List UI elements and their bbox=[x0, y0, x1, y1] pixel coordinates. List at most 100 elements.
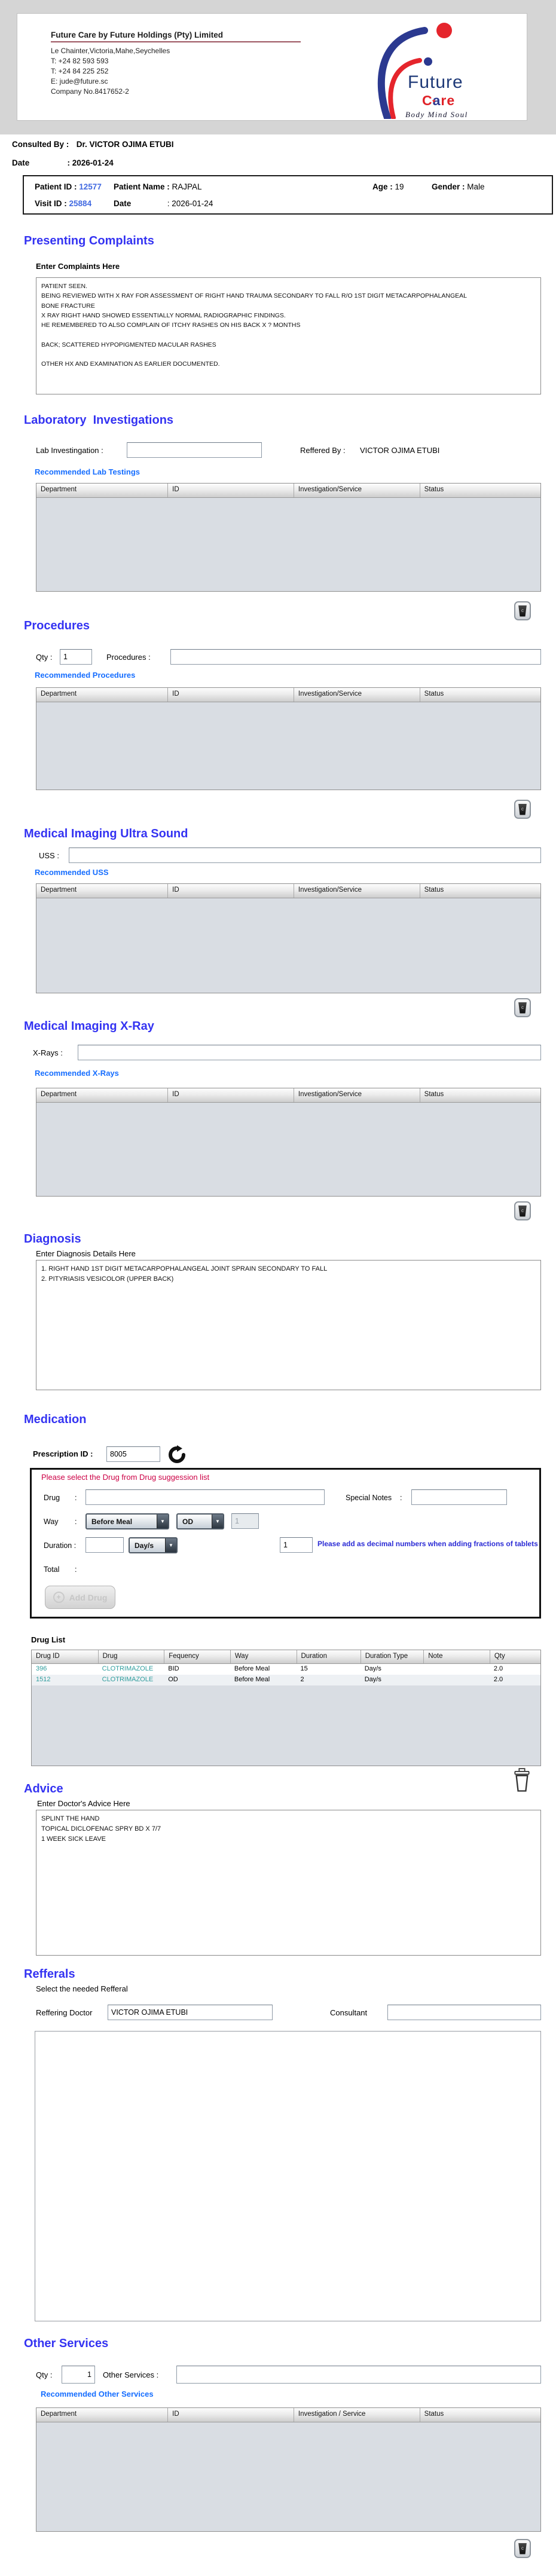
xray-input[interactable] bbox=[78, 1045, 541, 1060]
total-label: Total bbox=[44, 1565, 60, 1574]
procedures-qty-input[interactable] bbox=[60, 649, 92, 665]
drug-duration: 2 bbox=[300, 1676, 304, 1683]
clear-advice-button[interactable] bbox=[512, 1768, 532, 1793]
consulted-by-label: Consulted By : bbox=[12, 140, 69, 149]
company-underline bbox=[51, 41, 301, 42]
clear-procedures-table-button[interactable]: c bbox=[514, 800, 531, 819]
clear-xray-table-button[interactable]: c bbox=[514, 1201, 531, 1220]
other-qty-input[interactable] bbox=[62, 2366, 95, 2384]
lab-investigation-input[interactable] bbox=[127, 442, 262, 458]
duration-unit-select[interactable]: Day/s ▼ bbox=[129, 1537, 178, 1553]
age-value: 19 bbox=[395, 182, 404, 191]
uss-input-label: USS : bbox=[39, 851, 59, 860]
chevron-down-icon: ▼ bbox=[157, 1515, 168, 1528]
column-header: Department bbox=[41, 886, 77, 894]
column-header: Investigation/Service bbox=[293, 1088, 420, 1102]
tablet-qty-input[interactable] bbox=[280, 1537, 313, 1553]
column-header: Fequency bbox=[164, 1650, 230, 1663]
patient-id-label: Patient ID : bbox=[35, 182, 77, 191]
xray-table-header: Department ID Investigation/Service Stat… bbox=[36, 1088, 540, 1103]
procedures-table-body[interactable] bbox=[36, 702, 540, 790]
trash-icon: c bbox=[518, 605, 527, 617]
xray-table-body[interactable] bbox=[36, 1103, 540, 1196]
consultant-input[interactable] bbox=[387, 2005, 541, 2020]
colon: : bbox=[400, 1494, 402, 1502]
logo-word-care: Care bbox=[422, 93, 456, 108]
trash-icon: c bbox=[518, 803, 527, 815]
recommended-procedures-link[interactable]: Recommended Procedures bbox=[35, 671, 135, 680]
other-table-body[interactable] bbox=[36, 2422, 540, 2531]
patient-id-value: 12577 bbox=[79, 182, 102, 191]
uss-input[interactable] bbox=[69, 848, 541, 863]
section-title-medication: Medication bbox=[24, 1413, 87, 1426]
company-name: Future Care by Future Holdings (Pty) Lim… bbox=[51, 30, 224, 39]
age-label: Age : bbox=[372, 182, 393, 191]
clear-uss-table-button[interactable]: c bbox=[514, 998, 531, 1017]
drug-way: Before Meal bbox=[234, 1665, 270, 1672]
section-title-referrals: Refferals bbox=[24, 1968, 75, 1981]
patient-name-value: RAJPAL bbox=[172, 182, 202, 191]
recommended-xrays-link[interactable]: Recommended X-Rays bbox=[35, 1069, 119, 1078]
diagnosis-textarea[interactable]: 1. RIGHT HAND 1ST DIGIT METACARPOPHALANG… bbox=[36, 1260, 541, 1390]
drug-row[interactable]: 396 CLOTRIMAZOLE BID Before Meal 15 Day/… bbox=[32, 1664, 540, 1675]
xray-table: Department ID Investigation/Service Stat… bbox=[36, 1088, 541, 1197]
complaints-textarea[interactable]: PATIENT SEEN. BEING REVIEWED WITH X RAY … bbox=[36, 277, 541, 394]
column-header: Drug bbox=[97, 1650, 164, 1663]
lab-table-body[interactable] bbox=[36, 498, 540, 591]
other-input-label: Other Services : bbox=[103, 2370, 159, 2379]
column-header: ID bbox=[167, 484, 294, 497]
header-card: Future Care by Future Holdings (Pty) Lim… bbox=[17, 13, 527, 121]
column-header: Duration Type bbox=[360, 1650, 424, 1663]
clear-lab-table-button[interactable]: c bbox=[514, 601, 531, 620]
drug-note bbox=[423, 1675, 490, 1685]
drug-table-header: Drug ID Drug Fequency Way Duration Durat… bbox=[32, 1650, 540, 1664]
column-header: Department bbox=[41, 1091, 77, 1098]
duration-input[interactable] bbox=[85, 1537, 124, 1553]
lab-results-table: Department ID Investigation/Service Stat… bbox=[36, 483, 541, 592]
recommended-uss-link[interactable]: Recommended USS bbox=[35, 868, 109, 877]
uss-table-body[interactable] bbox=[36, 898, 540, 993]
other-table-header: Department ID Investigation / Service St… bbox=[36, 2408, 540, 2422]
special-notes-input[interactable] bbox=[411, 1489, 507, 1505]
column-header: ID bbox=[167, 2408, 294, 2422]
header-band: Future Care by Future Holdings (Pty) Lim… bbox=[0, 0, 556, 134]
column-header: Status bbox=[419, 688, 540, 702]
drug-input[interactable] bbox=[85, 1489, 325, 1505]
add-drug-button[interactable]: + Add Drug bbox=[45, 1586, 115, 1609]
procedures-qty-label: Qty : bbox=[36, 653, 53, 662]
recommended-lab-testings-link[interactable]: Recommended Lab Testings bbox=[35, 467, 140, 476]
refresh-icon[interactable] bbox=[167, 1445, 187, 1464]
column-header: Department bbox=[41, 690, 77, 697]
referring-doctor-input[interactable] bbox=[108, 2005, 273, 2020]
drug-duration-type: Day/s bbox=[364, 1676, 381, 1683]
lab-table-header: Department ID Investigation/Service Stat… bbox=[36, 484, 540, 498]
patient-name-label: Patient Name : bbox=[114, 182, 170, 191]
way-selected-value: Before Meal bbox=[91, 1517, 133, 1526]
referral-list-box[interactable] bbox=[35, 2031, 541, 2321]
drug-list-label: Drug List bbox=[31, 1635, 66, 1644]
column-header: ID bbox=[167, 1088, 294, 1102]
other-services-table: Department ID Investigation / Service St… bbox=[36, 2407, 541, 2532]
column-header: ID bbox=[167, 884, 294, 898]
recommended-other-services-link[interactable]: Recommended Other Services bbox=[41, 2390, 154, 2398]
procedures-input-label: Procedures : bbox=[106, 653, 151, 662]
visit-id-value: 25884 bbox=[69, 199, 92, 208]
section-title-ultrasound: Medical Imaging Ultra Sound bbox=[24, 827, 188, 840]
drug-row[interactable]: 1512 CLOTRIMAZOLE OD Before Meal 2 Day/s… bbox=[32, 1675, 540, 1685]
colon: : bbox=[75, 1494, 77, 1502]
other-services-input[interactable] bbox=[176, 2366, 541, 2384]
column-header: Status bbox=[419, 484, 540, 497]
date-value: : 2026-01-24 bbox=[67, 158, 114, 167]
clear-other-services-button[interactable]: c bbox=[514, 2539, 531, 2558]
special-notes-label: Special Notes bbox=[346, 1494, 392, 1502]
frequency-select[interactable]: OD ▼ bbox=[176, 1513, 224, 1529]
trash-icon: c bbox=[518, 2543, 527, 2554]
way-select[interactable]: Before Meal ▼ bbox=[85, 1513, 169, 1529]
advice-textarea[interactable]: SPLINT THE HAND TOPICAL DICLOFENAC SPRY … bbox=[36, 1810, 541, 1956]
prescription-id-input[interactable] bbox=[106, 1446, 160, 1462]
drug-name: CLOTRIMAZOLE bbox=[102, 1676, 154, 1683]
frequency-selected-value: OD bbox=[182, 1517, 193, 1526]
procedures-input[interactable] bbox=[170, 649, 541, 665]
drug-id: 1512 bbox=[36, 1676, 51, 1683]
drug-name: CLOTRIMAZOLE bbox=[102, 1665, 154, 1672]
